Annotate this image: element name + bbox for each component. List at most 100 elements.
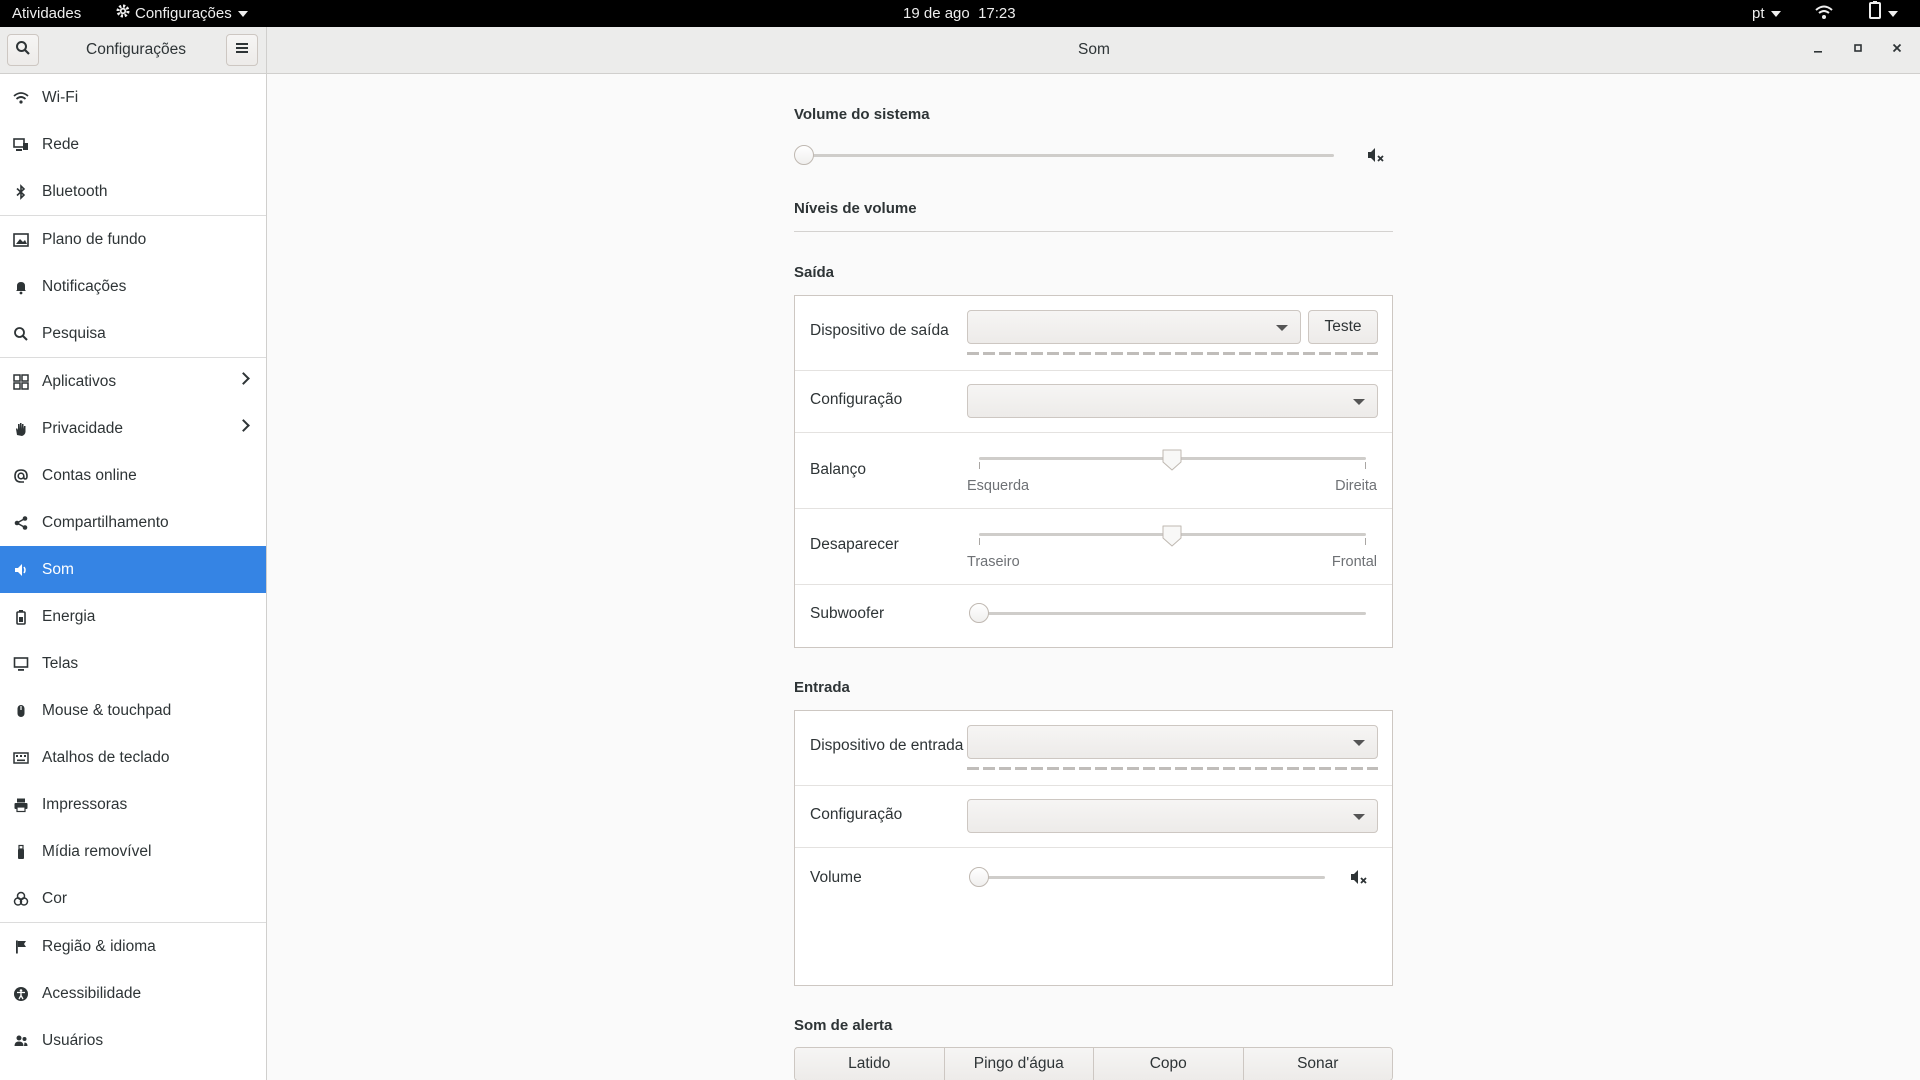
- input-config-label: Configuração: [810, 806, 903, 823]
- sidebar-item-keyboard-shortcuts[interactable]: Atalhos de teclado: [0, 734, 266, 781]
- sidebar-item-label: Telas: [42, 654, 79, 672]
- users-icon: [13, 1033, 29, 1049]
- sidebar-item-sound[interactable]: Som: [0, 546, 266, 593]
- sidebar-item-privacy[interactable]: Privacidade: [0, 405, 266, 452]
- menu-button[interactable]: [226, 34, 258, 66]
- balance-right-label: Direita: [1335, 478, 1377, 494]
- output-device-combo[interactable]: [967, 310, 1301, 344]
- sidebar-item-online-accounts[interactable]: Contas online: [0, 452, 266, 499]
- alert-option-sonar[interactable]: Sonar: [1243, 1048, 1392, 1080]
- output-config-combo[interactable]: [967, 384, 1378, 418]
- sidebar-item-notifications[interactable]: Notificações: [0, 263, 266, 310]
- display-icon: [13, 656, 29, 672]
- sidebar-item-network[interactable]: Rede: [0, 121, 266, 168]
- tick-mark: [1365, 538, 1366, 545]
- slider-knob[interactable]: [1161, 524, 1183, 548]
- caret-down-icon: [237, 11, 248, 18]
- slider-knob[interactable]: [969, 603, 989, 623]
- input-device-combo[interactable]: [967, 725, 1378, 759]
- alert-option-pingo-dagua[interactable]: Pingo d'água: [944, 1048, 1094, 1080]
- row-separator: [795, 432, 1392, 433]
- maximize-button[interactable]: [1846, 38, 1870, 62]
- input-config-combo[interactable]: [967, 799, 1378, 833]
- sidebar-item-removable-media[interactable]: Mídia removível: [0, 828, 266, 875]
- sidebar-item-label: Usuários: [42, 1031, 104, 1049]
- app-menu[interactable]: Configurações: [115, 0, 248, 27]
- slider-knob[interactable]: [1161, 448, 1183, 472]
- sidebar-item-label: Aplicativos: [42, 372, 117, 390]
- battery-icon: [13, 609, 29, 625]
- system-volume-title: Volume do sistema: [794, 106, 930, 123]
- system-menu[interactable]: [1868, 0, 1898, 27]
- input-volume-slider[interactable]: [967, 865, 1337, 889]
- sidebar-item-bluetooth[interactable]: Bluetooth: [0, 168, 266, 215]
- slider-knob[interactable]: [969, 867, 989, 887]
- sidebar-item-color[interactable]: Cor: [0, 875, 266, 922]
- clock[interactable]: 19 de ago 17:23: [903, 0, 1016, 27]
- sidebar-item-label: Som: [42, 560, 74, 578]
- sidebar-item-printers[interactable]: Impressoras: [0, 781, 266, 828]
- sidebar-item-applications[interactable]: Aplicativos: [0, 358, 266, 405]
- slider-knob[interactable]: [794, 145, 814, 165]
- sidebar-item-accessibility[interactable]: Acessibilidade: [0, 970, 266, 1017]
- alert-option-copo[interactable]: Copo: [1094, 1048, 1244, 1080]
- background-icon: [13, 232, 29, 248]
- sidebar-item-label: Wi-Fi: [42, 88, 79, 106]
- sidebar-item-sharing[interactable]: Compartilhamento: [0, 499, 266, 546]
- sidebar-item-search[interactable]: Pesquisa: [0, 310, 266, 357]
- sidebar-item-background[interactable]: Plano de fundo: [0, 216, 266, 263]
- caret-down-icon: [1888, 11, 1898, 18]
- sidebar-item-displays[interactable]: Telas: [0, 640, 266, 687]
- test-button[interactable]: Teste: [1308, 310, 1378, 344]
- header-bar: Configurações Som: [0, 27, 1920, 74]
- keyboard-layout-indicator[interactable]: pt: [1752, 0, 1781, 27]
- sidebar: Wi-Fi Rede Bluetooth Plano de fundo Noti…: [0, 74, 267, 1080]
- activities-button[interactable]: Atividades: [12, 0, 81, 27]
- row-separator: [795, 847, 1392, 848]
- fade-rear-label: Traseiro: [967, 554, 1020, 570]
- fade-slider[interactable]: [979, 524, 1366, 554]
- input-frame: Dispositivo de entrada Configuração Volu…: [794, 710, 1393, 986]
- wifi-status-icon[interactable]: [1815, 0, 1833, 27]
- sidebar-item-label: Notificações: [42, 277, 127, 295]
- slider-track: [804, 154, 1334, 157]
- sidebar-item-mouse-touchpad[interactable]: Mouse & touchpad: [0, 687, 266, 734]
- input-device-label: Dispositivo de entrada: [810, 737, 964, 754]
- search-button[interactable]: [7, 34, 39, 66]
- output-config-label: Configuração: [810, 391, 903, 408]
- sidebar-item-label: Mouse & touchpad: [42, 701, 172, 719]
- search-icon: [13, 326, 29, 342]
- sidebar-item-wifi[interactable]: Wi-Fi: [0, 74, 266, 121]
- subwoofer-slider[interactable]: [967, 601, 1378, 625]
- volume-levels-divider: [794, 231, 1393, 232]
- maximize-icon: [1852, 41, 1864, 59]
- system-volume-slider[interactable]: [794, 144, 1609, 168]
- clock-label: 19 de ago 17:23: [903, 5, 1016, 22]
- output-title: Saída: [794, 264, 835, 281]
- chevron-down-icon: [1353, 740, 1365, 746]
- balance-slider[interactable]: [979, 448, 1366, 478]
- sidebar-item-users[interactable]: Usuários: [0, 1017, 266, 1064]
- color-icon: [13, 891, 29, 907]
- chevron-down-icon: [1353, 399, 1365, 405]
- sidebar-item-label: Impressoras: [42, 795, 128, 813]
- printer-icon: [13, 797, 29, 813]
- fade-label: Desaparecer: [810, 536, 899, 553]
- minimize-button[interactable]: [1806, 38, 1830, 62]
- alert-option-latido[interactable]: Latido: [795, 1048, 945, 1080]
- row-separator: [795, 370, 1392, 371]
- balance-left-label: Esquerda: [967, 478, 1030, 494]
- speaker-muted-icon[interactable]: [1349, 867, 1369, 892]
- sidebar-header: Configurações: [0, 27, 267, 73]
- sidebar-item-region-language[interactable]: Região & idioma: [0, 923, 266, 970]
- volume-levels-title: Níveis de volume: [794, 200, 917, 217]
- accessibility-icon: [13, 986, 29, 1002]
- sidebar-item-label: Contas online: [42, 466, 137, 484]
- speaker-muted-icon[interactable]: [1366, 145, 1386, 170]
- wifi-icon: [13, 90, 29, 106]
- output-device-label: Dispositivo de saída: [810, 322, 949, 339]
- sidebar-item-label: Acessibilidade: [42, 984, 142, 1002]
- sidebar-item-power[interactable]: Energia: [0, 593, 266, 640]
- close-button[interactable]: [1885, 38, 1909, 62]
- sidebar-title: Configurações: [86, 41, 186, 58]
